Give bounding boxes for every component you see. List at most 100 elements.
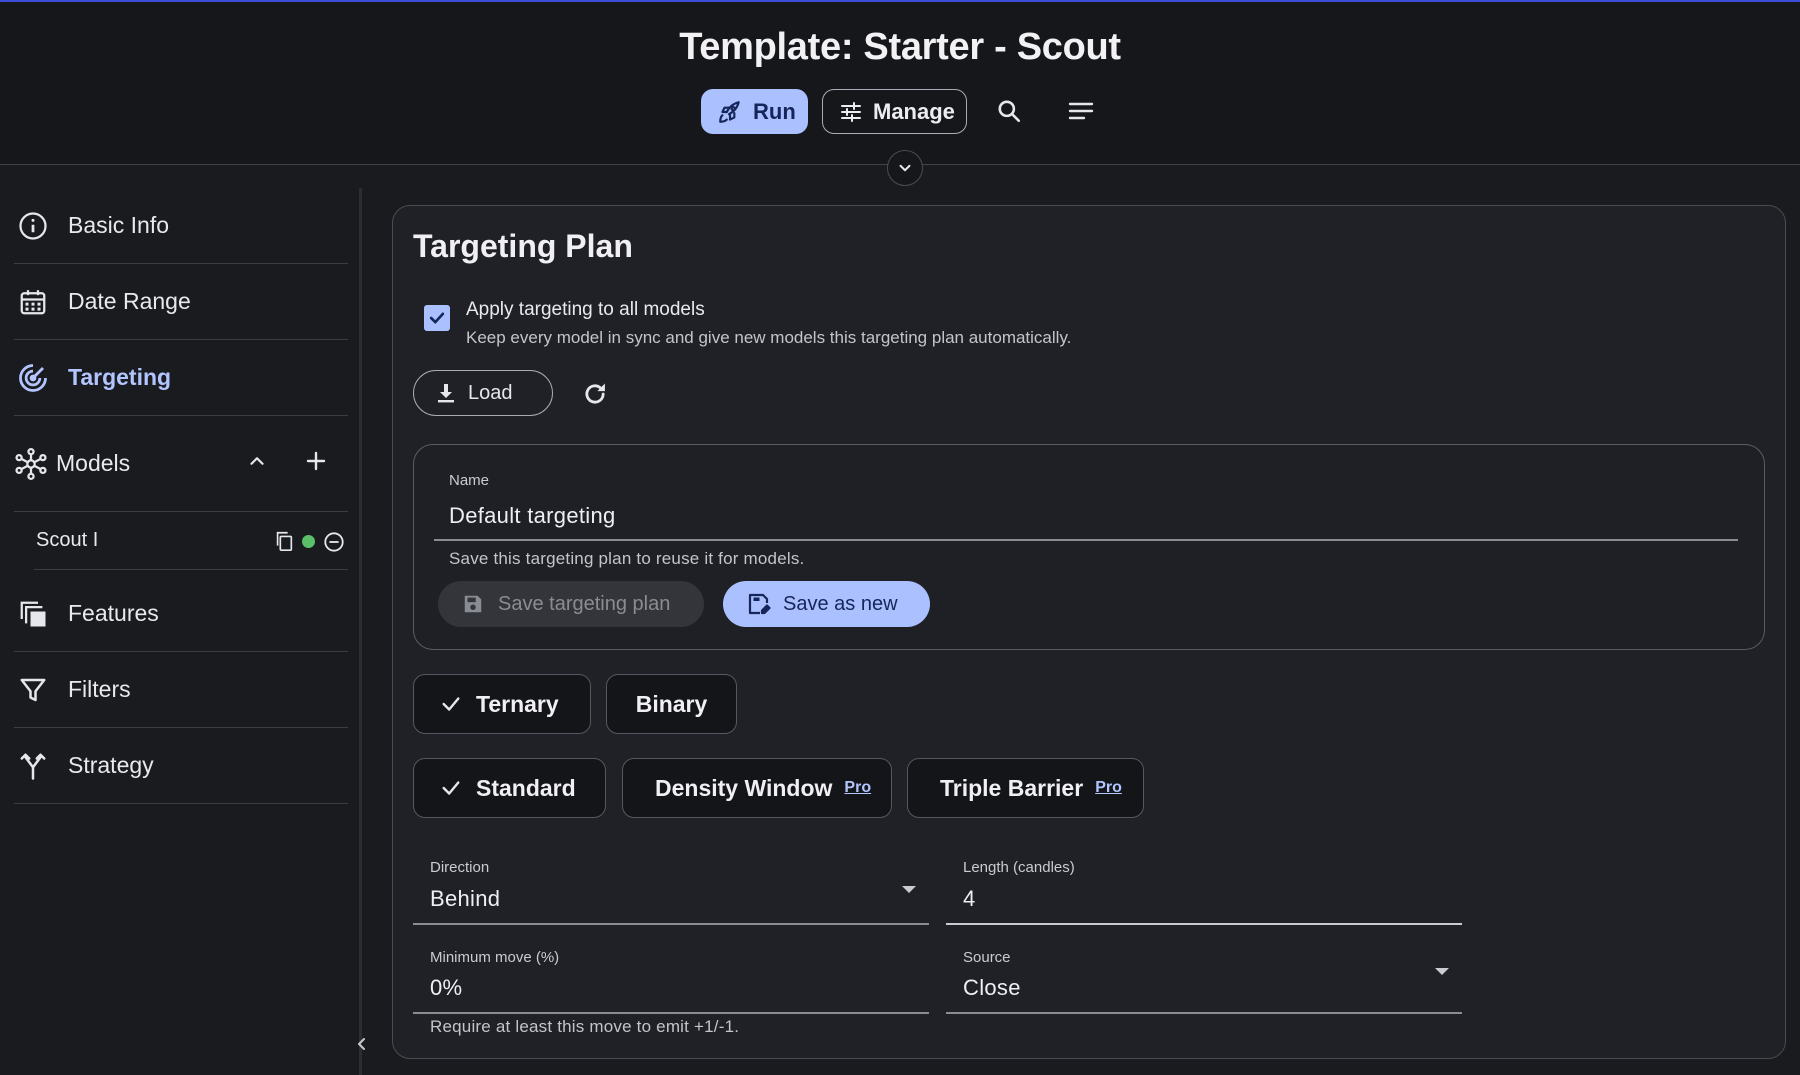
save-label: Save targeting plan [498, 592, 671, 615]
minus-circle-icon [323, 531, 345, 553]
sidebar-item-label: Models [56, 450, 131, 476]
menu-icon [1067, 99, 1095, 123]
length-input[interactable]: Length (candles) 4 [946, 851, 1462, 925]
run-button[interactable]: Run [701, 89, 808, 134]
length-label: Length (candles) [963, 859, 1075, 876]
chip-label: Ternary [476, 690, 559, 717]
apply-all-checkbox[interactable] [424, 305, 450, 331]
menu-button[interactable] [1061, 91, 1101, 131]
rocket-icon [717, 99, 743, 125]
plan-card: Name Default targeting Save this targeti… [413, 444, 1765, 650]
name-input[interactable]: Default targeting [449, 503, 616, 529]
search-button[interactable] [989, 91, 1029, 131]
minimum-move-helper: Require at least this move to emit +1/-1… [430, 1017, 740, 1036]
source-label: Source [963, 949, 1011, 966]
sidebar-item-label: Date Range [68, 288, 191, 314]
sidebar-item-date-range[interactable]: Date Range [14, 264, 348, 340]
length-value: 4 [963, 886, 976, 911]
model-status-dot [302, 535, 315, 548]
check-icon [427, 308, 447, 328]
minimum-move-label: Minimum move (%) [430, 949, 560, 966]
filter-icon [16, 673, 50, 707]
refresh-icon [581, 380, 609, 408]
sidebar-item-targeting[interactable]: Targeting [14, 340, 348, 416]
model-item-scout[interactable]: Scout I [34, 512, 348, 570]
apply-all-description: Keep every model in sync and give new mo… [466, 328, 1072, 347]
refresh-button[interactable] [577, 376, 613, 412]
sidebar-item-label: Basic Info [68, 212, 169, 238]
sidebar-item-strategy[interactable]: Strategy [14, 728, 348, 804]
sidebar-item-models[interactable]: Models [14, 416, 348, 512]
chevron-up-icon [246, 450, 268, 472]
direction-select[interactable]: Direction Behind [413, 851, 929, 925]
save-icon [462, 593, 484, 615]
dropdown-arrow-icon [902, 886, 916, 893]
model-item-label: Scout I [36, 529, 99, 551]
name-field-helper: Save this targeting plan to reuse it for… [449, 549, 805, 568]
sidebar-item-label: Strategy [68, 752, 154, 778]
manage-label: Manage [873, 98, 955, 124]
collapse-models-button[interactable] [246, 450, 268, 472]
chip-label: Density Window [655, 774, 833, 801]
sidebar-item-label: Features [68, 600, 159, 626]
add-model-button[interactable] [304, 449, 328, 473]
chip-density-window[interactable]: Density Window Pro [622, 758, 892, 818]
dropdown-arrow-icon [1435, 968, 1449, 975]
chevron-down-icon [896, 159, 914, 177]
check-icon [440, 693, 462, 715]
chevron-left-icon [355, 1036, 367, 1052]
panel-title: Targeting Plan [413, 228, 633, 264]
name-field-underline [434, 539, 1738, 541]
manage-button[interactable]: Manage [822, 89, 967, 134]
expand-header-button[interactable] [887, 150, 923, 186]
tune-icon [839, 100, 863, 124]
source-value: Close [963, 975, 1021, 1000]
fork-icon [16, 749, 50, 783]
sidebar-item-label: Filters [68, 676, 131, 702]
plus-icon [304, 449, 328, 473]
search-icon [996, 98, 1022, 124]
pro-badge[interactable]: Pro [844, 779, 871, 797]
remove-model-button[interactable] [323, 531, 345, 553]
direction-underline [413, 923, 929, 925]
load-label: Load [468, 381, 513, 404]
duplicate-model-button[interactable] [273, 530, 295, 552]
layers-icon [16, 597, 50, 631]
sidebar-item-features[interactable]: Features [14, 576, 348, 652]
chip-label: Binary [635, 690, 708, 717]
targeting-plan-panel: Targeting Plan Apply targeting to all mo… [392, 205, 1786, 1059]
source-underline [946, 1012, 1462, 1014]
check-icon [440, 777, 462, 799]
pro-badge[interactable]: Pro [1095, 779, 1122, 797]
minimum-move-underline [413, 1012, 929, 1014]
sidebar-item-filters[interactable]: Filters [14, 652, 348, 728]
chip-binary[interactable]: Binary [606, 674, 737, 734]
chip-label: Standard [476, 774, 576, 801]
minimum-move-input[interactable]: Minimum move (%) 0% [413, 940, 929, 1014]
sidebar: Basic Info Date Range Targeting Models S… [0, 188, 362, 1075]
download-icon [436, 382, 456, 404]
save-as-new-button[interactable]: Save as new [723, 581, 930, 627]
save-as-new-label: Save as new [783, 592, 898, 615]
run-label: Run [753, 98, 796, 124]
sidebar-item-basic-info[interactable]: Basic Info [14, 188, 348, 264]
length-underline [946, 923, 1462, 925]
collapse-sidebar-button[interactable] [354, 1034, 368, 1054]
network-icon [14, 447, 48, 481]
chip-ternary[interactable]: Ternary [413, 674, 591, 734]
direction-label: Direction [430, 859, 490, 876]
info-icon [16, 209, 50, 243]
page-title: Template: Starter - Scout [679, 26, 1121, 68]
sidebar-item-label: Targeting [68, 364, 172, 390]
source-select[interactable]: Source Close [946, 940, 1462, 1014]
load-button[interactable]: Load [413, 370, 553, 416]
save-targeting-plan-button[interactable]: Save targeting plan [438, 581, 704, 627]
copy-icon [273, 530, 295, 552]
chip-label: Triple Barrier [940, 774, 1084, 801]
chip-standard[interactable]: Standard [413, 758, 606, 818]
chip-triple-barrier[interactable]: Triple Barrier Pro [907, 758, 1144, 818]
minimum-move-value: 0% [430, 975, 463, 1000]
save-edit-icon [747, 592, 771, 616]
calendar-icon [16, 285, 50, 319]
direction-value: Behind [430, 886, 501, 911]
